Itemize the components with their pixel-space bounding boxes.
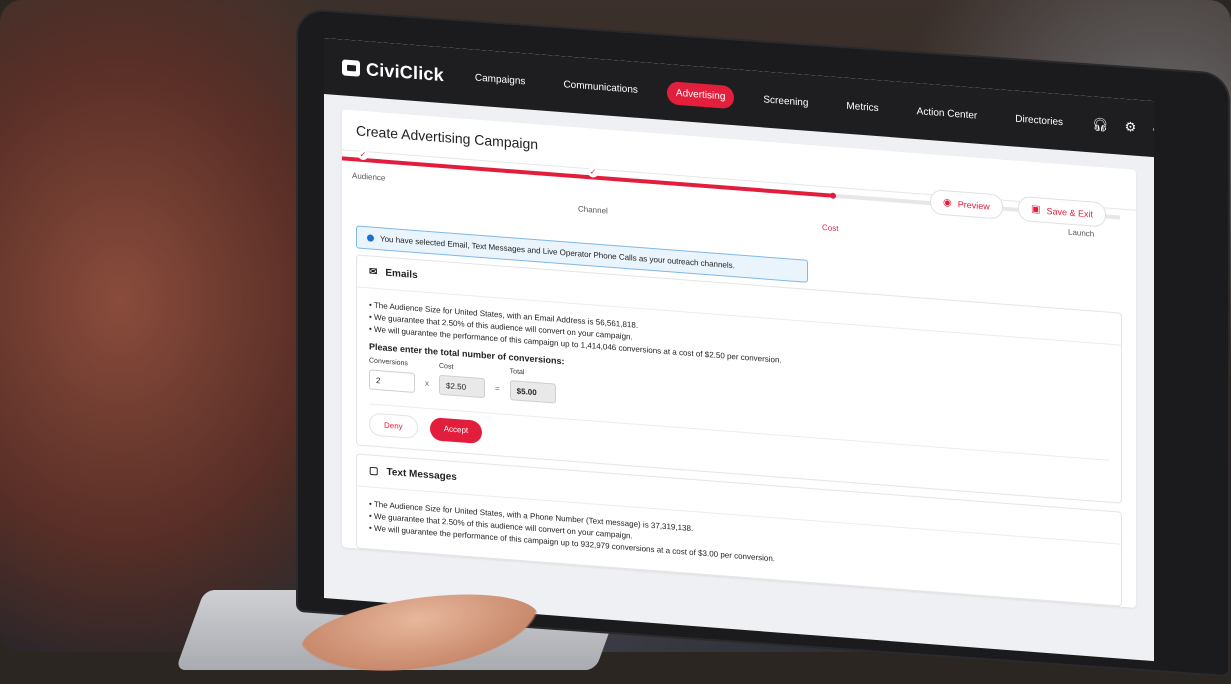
total-field: $5.00 xyxy=(509,380,556,404)
headset-icon[interactable]: 🎧︎ xyxy=(1092,116,1109,133)
brand-name: CiviClick xyxy=(366,58,444,85)
page-content: Create Advertising Campaign ✓ Audience ✓… xyxy=(324,94,1154,631)
info-icon xyxy=(367,234,374,242)
step-cost-label[interactable]: Cost xyxy=(822,223,838,233)
conversions-field-group: Conversions 2 xyxy=(369,357,415,393)
nav-campaigns[interactable]: Campaigns xyxy=(466,65,535,93)
nav-utilities: 🎧︎ ⚙ ●▾ xyxy=(1092,116,1154,138)
brand-logo[interactable]: CiviClick xyxy=(342,57,444,86)
step-channel-label[interactable]: Channel xyxy=(578,204,608,215)
preview-button[interactable]: ◉ Preview xyxy=(930,189,1003,220)
nav-advertising[interactable]: Advertising xyxy=(666,80,735,109)
multiply-sign: x xyxy=(425,378,429,388)
brand-mark-icon xyxy=(342,59,360,77)
chat-bubble-icon: ▢ xyxy=(369,465,379,478)
preview-label: Preview xyxy=(957,198,990,212)
equals-sign: = xyxy=(495,384,500,394)
cost-field: $2.50 xyxy=(439,374,485,399)
conversions-input[interactable]: 2 xyxy=(369,369,415,393)
step-channel-check-icon: ✓ xyxy=(588,167,598,178)
cost-label: Cost xyxy=(439,362,454,371)
nav-metrics[interactable]: Metrics xyxy=(837,94,887,121)
nav-directories[interactable]: Directories xyxy=(1006,106,1072,134)
text-messages-title: Text Messages xyxy=(386,466,457,484)
step-audience-check-icon: ✓ xyxy=(358,149,368,161)
eye-icon: ◉ xyxy=(943,197,952,209)
user-icon[interactable]: ●▾ xyxy=(1152,121,1154,138)
cost-field-group: Cost $2.50 xyxy=(439,362,485,399)
step-launch-label[interactable]: Launch xyxy=(1068,228,1094,239)
campaign-card: Create Advertising Campaign ✓ Audience ✓… xyxy=(342,109,1136,608)
nav-communications[interactable]: Communications xyxy=(554,72,646,102)
envelope-icon: ✉ xyxy=(369,266,378,279)
step-cost-dot-icon xyxy=(830,192,836,199)
app-screen: CiviClick Campaigns Communications Adver… xyxy=(324,38,1154,662)
conversions-label: Conversions xyxy=(369,357,408,368)
step-audience-label[interactable]: Audience xyxy=(352,171,385,183)
save-exit-label: Save & Exit xyxy=(1046,205,1093,219)
total-label: Total xyxy=(509,368,525,377)
nav-action-center[interactable]: Action Center xyxy=(908,99,987,128)
nav-screening[interactable]: Screening xyxy=(754,87,817,115)
gear-icon[interactable]: ⚙ xyxy=(1125,119,1137,136)
deny-button[interactable]: Deny xyxy=(369,412,418,440)
emails-title: Emails xyxy=(385,267,418,282)
accept-button[interactable]: Accept xyxy=(429,417,483,445)
save-exit-button[interactable]: ▣ Save & Exit xyxy=(1018,195,1106,228)
total-field-group: Total $5.00 xyxy=(509,368,556,404)
save-icon: ▣ xyxy=(1031,203,1041,216)
